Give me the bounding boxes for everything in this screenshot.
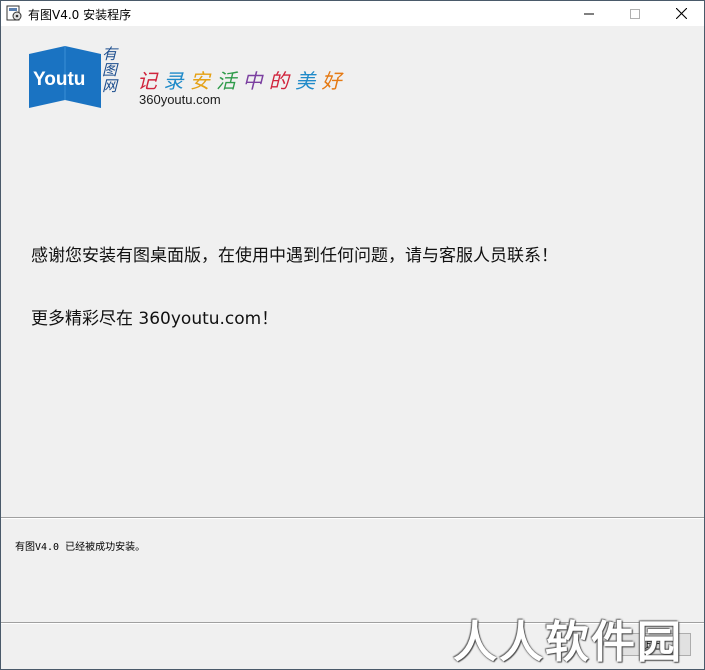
more-info-message: 更多精彩尽在 360youtu.com！ bbox=[31, 309, 279, 329]
installer-icon bbox=[6, 5, 22, 21]
minimize-button[interactable] bbox=[566, 1, 612, 26]
slogan-char: 的 bbox=[268, 69, 289, 93]
close-button[interactable] bbox=[658, 1, 704, 26]
title-bar[interactable]: 有图V4.0 安装程序 bbox=[1, 1, 704, 26]
slogan: 记 录 安 活 中 的 美 好 bbox=[137, 65, 342, 94]
thank-you-message: 感谢您安装有图桌面版，在使用中遇到任何问题，请与客服人员联系！ bbox=[31, 246, 558, 266]
slogan-char: 好 bbox=[321, 69, 342, 93]
close-icon bbox=[675, 8, 687, 19]
logo-cn-char: 网 bbox=[102, 77, 118, 95]
logo-text: Youtu bbox=[33, 69, 86, 90]
slogan-char: 安 bbox=[189, 69, 210, 93]
divider bbox=[1, 622, 704, 624]
minimize-icon bbox=[584, 13, 594, 14]
logo-cn-char: 图 bbox=[102, 61, 118, 79]
slogan-char: 记 bbox=[137, 69, 157, 93]
slogan-char: 录 bbox=[163, 69, 184, 93]
logo-cn-char: 有 bbox=[102, 45, 118, 63]
window-title: 有图V4.0 安装程序 bbox=[28, 8, 132, 22]
slogan-char: 中 bbox=[242, 69, 263, 93]
install-status: 有图V4.0 已经被成功安装。 bbox=[15, 542, 146, 553]
logo-cn-text: 有 图 网 bbox=[102, 46, 128, 94]
maximize-icon bbox=[630, 8, 640, 19]
slogan-char: 活 bbox=[216, 69, 237, 93]
slogan-char: 美 bbox=[295, 69, 316, 93]
site-url: 360youtu.com bbox=[139, 92, 221, 107]
exit-button[interactable]: 退出 bbox=[617, 633, 691, 656]
installer-window: 有图V4.0 安装程序 Youtu 有 图 网 记 录 安 活 中 的 美 好 … bbox=[0, 0, 705, 670]
installer-content: Youtu 有 图 网 记 录 安 活 中 的 美 好 360youtu.com… bbox=[1, 26, 704, 669]
maximize-button[interactable] bbox=[612, 1, 658, 26]
divider bbox=[1, 517, 704, 519]
